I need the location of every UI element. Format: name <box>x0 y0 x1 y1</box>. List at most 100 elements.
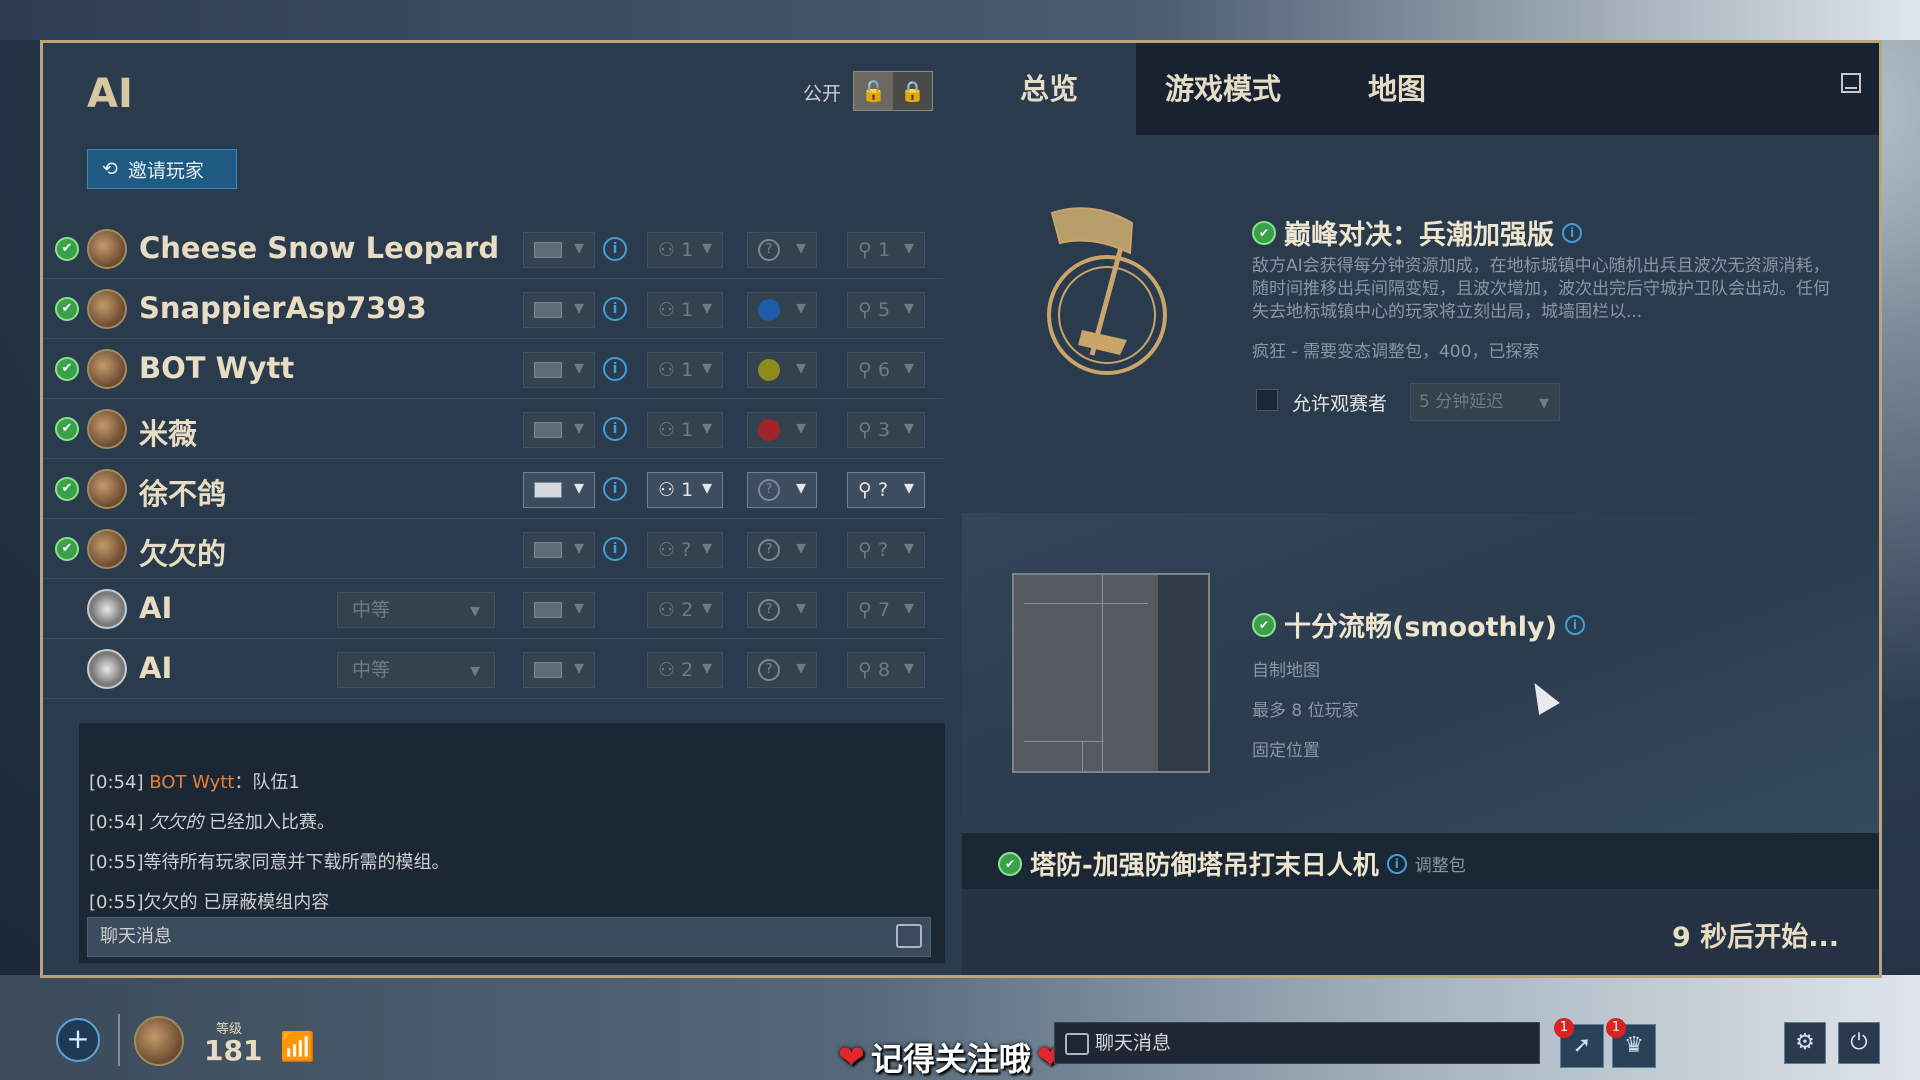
team-dropdown[interactable]: ⚇ 1 ▾ <box>647 232 723 268</box>
minimize-icon[interactable] <box>1841 73 1861 93</box>
settings-icon[interactable]: ⚙ <box>1784 1022 1826 1064</box>
player-row: ✔ BOT Wytt ▾ i ⚇ 1 ▾ ▾ ⚲ 6 ▾ <box>43 339 943 399</box>
power-icon[interactable]: ⏻ <box>1838 1022 1880 1064</box>
flag-icon <box>534 662 562 678</box>
map-title[interactable]: ✔ 十分流畅(smoothly) i <box>1252 605 1585 644</box>
tab-game-mode[interactable]: 游戏模式 <box>1136 43 1310 135</box>
team-dropdown[interactable]: ⚇ 1 ▾ <box>647 412 723 448</box>
player-name[interactable]: 欠欠的 <box>139 531 226 573</box>
civilization-dropdown[interactable]: ▾ <box>523 532 595 568</box>
chevron-down-icon: ▾ <box>573 415 584 439</box>
info-icon[interactable]: i <box>603 477 627 501</box>
info-icon[interactable]: i <box>603 237 627 261</box>
lock-icon[interactable]: 🔒 <box>893 72 932 110</box>
player-avatar[interactable] <box>87 529 127 569</box>
team-dropdown[interactable]: ⚇ 2 ▾ <box>647 652 723 688</box>
allow-spectators-label: 允许观赛者 <box>1292 393 1388 415</box>
flag-icon <box>534 602 562 618</box>
color-dropdown[interactable]: ▾ <box>747 292 817 328</box>
wifi-icon: 📶 <box>280 1030 315 1063</box>
map-details: 自制地图 最多 8 位玩家 固定位置 <box>1252 651 1359 771</box>
civilization-dropdown[interactable]: ▾ <box>523 652 595 688</box>
allow-spectators-checkbox[interactable] <box>1256 389 1278 411</box>
start-position-dropdown[interactable]: ⚲ 7 ▾ <box>847 592 925 628</box>
team-icon: ⚇ <box>658 479 676 501</box>
chat-speaker[interactable]: BOT Wytt <box>149 772 234 793</box>
start-position-dropdown[interactable]: ⚲ 8 ▾ <box>847 652 925 688</box>
chevron-down-icon: ▾ <box>701 295 712 319</box>
unlock-icon[interactable]: 🔓 <box>854 72 893 110</box>
start-position-dropdown[interactable]: ⚲ 3 ▾ <box>847 412 925 448</box>
mod-title[interactable]: ✔ 塔防-加强防御塔吊打末日人机 i 调整包 <box>998 845 1466 882</box>
map-thumbnail[interactable] <box>1012 573 1210 773</box>
player-avatar[interactable] <box>87 649 127 689</box>
tab-map[interactable]: 地图 <box>1310 43 1484 135</box>
civilization-dropdown[interactable]: ▾ <box>523 472 595 508</box>
public-lock-toggle[interactable]: 🔓 🔒 <box>853 71 933 111</box>
player-name[interactable]: 徐不鸽 <box>139 471 226 513</box>
invite-player-button[interactable]: ⟲ 邀请玩家 <box>87 149 237 189</box>
flag-icon <box>534 302 562 318</box>
player-avatar[interactable] <box>87 409 127 449</box>
chevron-down-icon: ▾ <box>795 295 806 319</box>
chevron-down-icon: ▾ <box>795 415 806 439</box>
color-dropdown[interactable]: ▾ <box>747 352 817 388</box>
team-dropdown[interactable]: ⚇ 1 ▾ <box>647 352 723 388</box>
player-name[interactable]: Cheese Snow Leopard <box>139 231 499 265</box>
chat-bubble-icon[interactable] <box>896 924 922 948</box>
civilization-dropdown[interactable]: ▾ <box>523 232 595 268</box>
start-position-dropdown[interactable]: ⚲ 1 ▾ <box>847 232 925 268</box>
player-avatar[interactable] <box>134 1016 184 1066</box>
game-mode-title[interactable]: ✔ 巅峰对决：兵潮加强版 i <box>1252 213 1582 252</box>
map-player-count: 最多 8 位玩家 <box>1252 701 1359 721</box>
difficulty-dropdown[interactable]: 中等 <box>337 592 495 628</box>
difficulty-dropdown[interactable]: 中等 <box>337 652 495 688</box>
info-icon[interactable]: i <box>1564 614 1585 635</box>
player-avatar[interactable] <box>87 469 127 509</box>
flag-icon <box>534 362 562 378</box>
mod-tag: 调整包 <box>1414 856 1466 876</box>
color-dropdown[interactable]: ? ▾ <box>747 592 817 628</box>
team-dropdown[interactable]: ⚇ 1 ▾ <box>647 292 723 328</box>
info-icon[interactable]: i <box>1386 853 1407 874</box>
player-avatar[interactable] <box>87 229 127 269</box>
player-avatar[interactable] <box>87 349 127 389</box>
player-name[interactable]: AI <box>139 591 172 625</box>
info-icon[interactable]: i <box>603 417 627 441</box>
start-position-dropdown[interactable]: ⚲ ? ▾ <box>847 532 925 568</box>
spectator-delay-dropdown[interactable]: 5 分钟延迟 <box>1410 383 1560 421</box>
chevron-down-icon: ▾ <box>795 535 806 559</box>
start-position-dropdown[interactable]: ⚲ 6 ▾ <box>847 352 925 388</box>
civilization-dropdown[interactable]: ▾ <box>523 292 595 328</box>
player-name[interactable]: 米薇 <box>139 411 197 453</box>
tab-overview[interactable]: 总览 <box>962 43 1136 135</box>
civilization-dropdown[interactable]: ▾ <box>523 352 595 388</box>
team-dropdown[interactable]: ⚇ 1 ▾ <box>647 472 723 508</box>
player-name[interactable]: SnappierAsp7393 <box>139 291 427 325</box>
add-button[interactable]: + <box>56 1018 100 1062</box>
start-position-dropdown[interactable]: ⚲ 5 ▾ <box>847 292 925 328</box>
team-dropdown[interactable]: ⚇ 2 ▾ <box>647 592 723 628</box>
chevron-down-icon: ▾ <box>701 475 712 499</box>
color-dropdown[interactable]: ? ▾ <box>747 232 817 268</box>
global-chat-input[interactable]: 聊天消息 <box>1054 1022 1540 1064</box>
info-icon[interactable]: i <box>603 537 627 561</box>
color-swatch <box>758 299 780 321</box>
civilization-dropdown[interactable]: ▾ <box>523 412 595 448</box>
color-dropdown[interactable]: ? ▾ <box>747 472 817 508</box>
info-icon[interactable]: i <box>603 297 627 321</box>
chat-input[interactable]: 聊天消息 <box>87 917 931 957</box>
team-dropdown[interactable]: ⚇ ? ▾ <box>647 532 723 568</box>
info-icon[interactable]: i <box>1562 222 1582 243</box>
color-dropdown[interactable]: ? ▾ <box>747 652 817 688</box>
start-position-dropdown[interactable]: ⚲ ? ▾ <box>847 472 925 508</box>
info-icon[interactable]: i <box>603 357 627 381</box>
player-name[interactable]: AI <box>139 651 172 685</box>
chat-speaker[interactable]: 欠欠的 <box>149 812 203 833</box>
player-name[interactable]: BOT Wytt <box>139 351 294 385</box>
color-dropdown[interactable]: ▾ <box>747 412 817 448</box>
civilization-dropdown[interactable]: ▾ <box>523 592 595 628</box>
player-avatar[interactable] <box>87 289 127 329</box>
player-avatar[interactable] <box>87 589 127 629</box>
color-dropdown[interactable]: ? ▾ <box>747 532 817 568</box>
